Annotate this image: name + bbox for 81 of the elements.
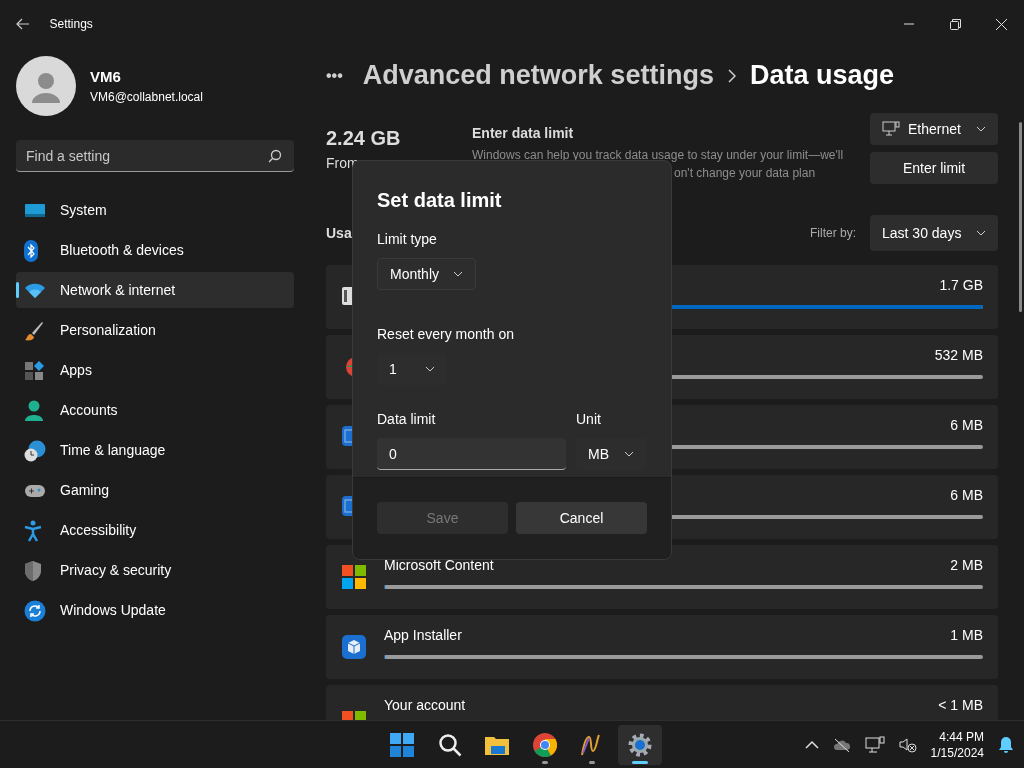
- chevron-icon: [624, 451, 634, 457]
- windows-logo-icon: [342, 710, 366, 720]
- chevron-icon: [976, 230, 986, 236]
- browser-icon: [532, 732, 557, 757]
- window-title: Settings: [49, 16, 93, 33]
- windows-logo-icon: [342, 565, 366, 589]
- start-icon: [390, 732, 414, 757]
- clock[interactable]: 4:44 PM 1/15/2024: [930, 728, 984, 761]
- apps-icon: [24, 361, 44, 382]
- person-icon: [24, 400, 44, 423]
- taskbar-button[interactable]: [617, 724, 662, 765]
- user-email: VM6@collabnet.local: [90, 89, 203, 107]
- shield-icon: [24, 560, 42, 583]
- sidebar-item[interactable]: System: [16, 192, 294, 228]
- cancel-button[interactable]: Cancel: [516, 502, 647, 534]
- sidebar-item[interactable]: Windows Update: [16, 592, 294, 628]
- speaker-muted-icon[interactable]: [898, 736, 917, 753]
- search-field[interactable]: Find a setting: [16, 140, 294, 172]
- wifi-icon: [24, 283, 46, 300]
- breadcrumb-link[interactable]: Advanced network settings: [362, 55, 714, 96]
- search-icon: [268, 149, 282, 163]
- app-name: Your account: [384, 696, 466, 715]
- description-text: on't change your data plan: [674, 165, 817, 182]
- network-dropdown[interactable]: Ethernet: [870, 113, 998, 145]
- accessibility-icon: [24, 520, 42, 543]
- bluetooth-icon: [24, 240, 38, 263]
- controller-icon: [24, 483, 46, 500]
- usage-amount: 2 MB: [950, 556, 983, 575]
- scrollbar[interactable]: [1019, 122, 1022, 312]
- usage-amount: 6 MB: [950, 486, 983, 505]
- sidebar-item[interactable]: Privacy & security: [16, 552, 294, 588]
- field-label: Unit: [576, 410, 602, 429]
- more-button[interactable]: •••: [326, 63, 343, 88]
- back-arrow-icon: [16, 18, 30, 30]
- sync-icon: [24, 600, 46, 623]
- sidebar-item[interactable]: Apps: [16, 352, 294, 388]
- chevron-up-icon[interactable]: [804, 740, 819, 749]
- sidebar-item[interactable]: Network & internet: [16, 272, 294, 308]
- field-label: Reset every month on: [377, 325, 515, 344]
- chevron-icon: [453, 271, 464, 277]
- restore-icon: [949, 18, 961, 30]
- close-icon: [995, 18, 1007, 30]
- sidebar-item[interactable]: Gaming: [16, 472, 294, 508]
- section-title: Enter data limit: [472, 124, 575, 143]
- chevron-icon: [425, 366, 435, 372]
- app-name: App Installer: [384, 626, 462, 645]
- paintbrush-icon: [24, 321, 44, 342]
- monitor-icon: [882, 121, 900, 137]
- page-title: Data usage: [749, 59, 894, 93]
- usage-amount: 1.7 GB: [939, 276, 983, 295]
- sidebar-item[interactable]: Accounts: [16, 392, 294, 428]
- package-icon: [342, 635, 366, 659]
- network-icon[interactable]: [864, 735, 885, 754]
- usage-amount: 6 MB: [950, 416, 983, 435]
- enter-limit-button[interactable]: Enter limit: [870, 152, 998, 184]
- field-label: Data limit: [377, 410, 437, 429]
- user-name: VM6: [90, 66, 122, 87]
- total-usage: 2.24 GB: [326, 126, 402, 151]
- chevron-icon: [976, 126, 986, 132]
- search-icon: [437, 732, 462, 757]
- usage-amount: 1 MB: [950, 626, 983, 645]
- section-title: Usa: [326, 223, 352, 243]
- data-limit-field[interactable]: 0: [377, 438, 566, 470]
- app-name: Microsoft Content: [384, 556, 494, 575]
- limit-type-dropdown[interactable]: Monthly: [377, 258, 477, 290]
- dialog-title: Set data limit: [377, 188, 503, 213]
- sidebar-item[interactable]: Personalization: [16, 312, 294, 348]
- cloud-offline-icon[interactable]: [832, 737, 851, 752]
- avatar-icon: [16, 56, 76, 116]
- sidebar-item[interactable]: Bluetooth & devices: [16, 232, 294, 268]
- filter-label: Filter by:: [810, 225, 856, 242]
- globe-clock-icon: [24, 440, 46, 463]
- gear-icon: [626, 731, 653, 758]
- period-dropdown[interactable]: Last 30 days: [870, 215, 998, 251]
- sidebar-item[interactable]: Time & language: [16, 432, 294, 468]
- notification-bell-icon[interactable]: [998, 735, 1014, 754]
- usage-amount: < 1 MB: [938, 696, 983, 715]
- usage-amount: 532 MB: [934, 346, 983, 365]
- chevron-icon: [727, 68, 736, 83]
- field-label: Limit type: [377, 230, 438, 249]
- sidebar-item[interactable]: Accessibility: [16, 512, 294, 548]
